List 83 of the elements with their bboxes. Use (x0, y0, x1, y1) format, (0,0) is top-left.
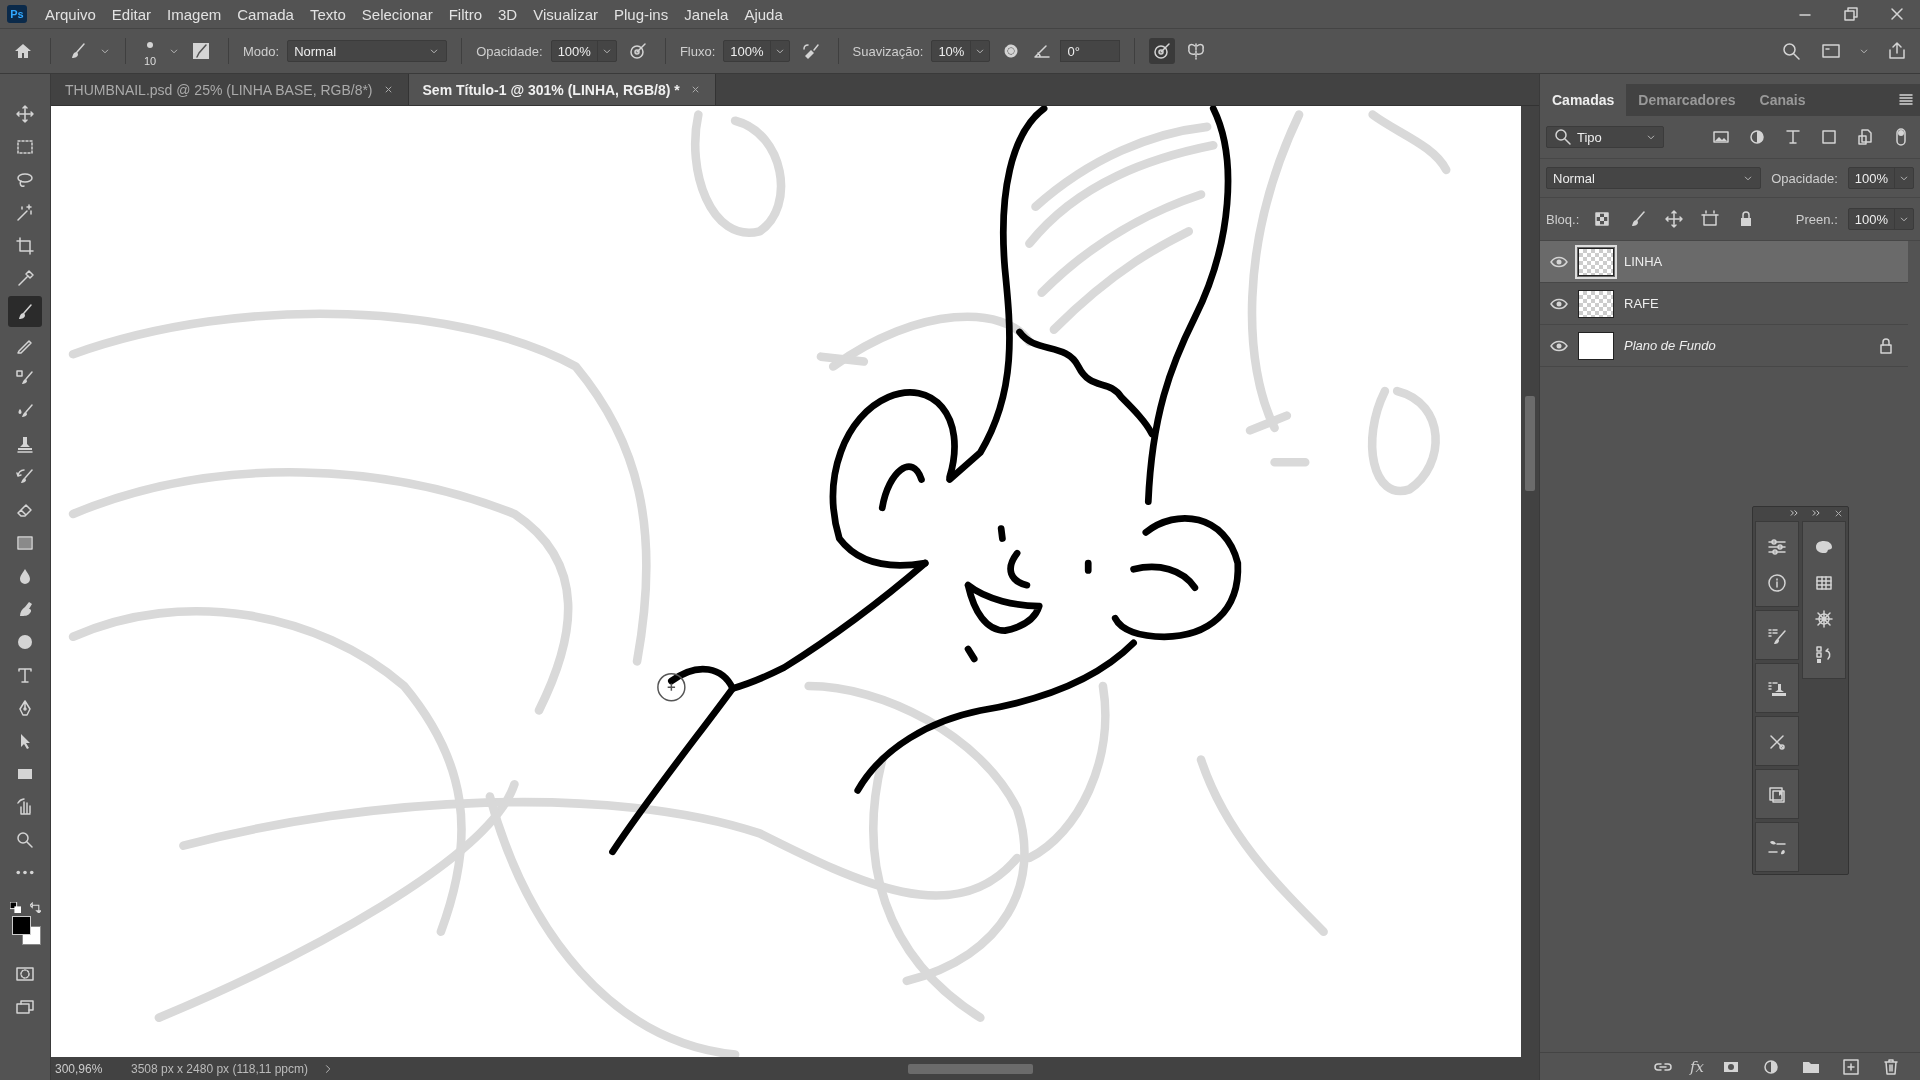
brush-size-value[interactable]: 10 (143, 55, 157, 67)
airbrush-icon[interactable] (800, 41, 821, 61)
zoom-level[interactable]: 300,96% (55, 1061, 117, 1076)
filter-value: Tipo (1577, 129, 1602, 145)
restore-icon[interactable] (1841, 4, 1861, 24)
stamp-list-icon[interactable] (1767, 679, 1787, 699)
search-icon[interactable] (1781, 41, 1801, 61)
trash-icon[interactable] (1881, 1056, 1901, 1077)
flow-label: Fluxo: (679, 43, 716, 59)
scrollbar-thumb[interactable] (1525, 396, 1535, 491)
shape-filter-icon[interactable] (1819, 127, 1839, 147)
expand-icon (1789, 508, 1799, 518)
color-swatches-icon[interactable] (12, 916, 41, 945)
brush-cursor-icon (657, 672, 686, 702)
magic-wand-tool-icon (15, 202, 35, 223)
blend-mode-dropdown[interactable]: Normal (1546, 167, 1762, 189)
layer-opacity-label: Opacidade: (1771, 170, 1838, 186)
artboard-icon[interactable] (1700, 209, 1721, 229)
document-tab[interactable]: Sem Título-1 @ 301% (LINHA, RGB/8) * (408, 74, 716, 105)
menu-item[interactable]: Texto (301, 5, 354, 23)
zoom-tool-icon (15, 829, 35, 850)
more-tools-icon (16, 870, 34, 875)
opacity-label: Opacidade: (476, 43, 543, 59)
menu-item[interactable]: Selecionar (353, 5, 441, 23)
layer-thumbnail (1578, 247, 1614, 276)
panel-tab[interactable]: Camadas (1540, 84, 1627, 116)
lock-label: Bloq.: (1546, 211, 1580, 227)
home-icon[interactable] (13, 41, 33, 61)
pressure-target-icon (1152, 41, 1173, 61)
layer-name: Plano de Fundo (1624, 338, 1717, 353)
mode-label: Modo: (243, 43, 280, 59)
menu-item[interactable]: Visualizar (525, 5, 606, 23)
mode-dropdown[interactable]: Normal (287, 40, 448, 62)
layer-row[interactable]: LINHA (1540, 241, 1908, 283)
layer-name: RAFE (1624, 296, 1660, 311)
menu-item[interactable]: Arquivo (37, 5, 104, 23)
smoothing-label: Suavização: (852, 43, 924, 59)
swap-colors-icon[interactable] (30, 902, 41, 913)
menu-item[interactable]: Filtro (440, 5, 491, 23)
workspace-icon[interactable] (1821, 41, 1841, 61)
fill-label: Preen.: (1795, 211, 1838, 227)
default-colors-icon[interactable] (10, 902, 21, 913)
smart-object-filter-icon[interactable] (1855, 127, 1875, 147)
brush-list-icon[interactable] (1767, 626, 1787, 646)
menu-item[interactable]: Imagem (159, 5, 230, 23)
fill-field[interactable]: 100% (1847, 208, 1914, 230)
layer-thumbnail (1578, 331, 1614, 360)
menu-item[interactable]: Ajuda (736, 5, 791, 23)
grid-icon[interactable] (1814, 573, 1834, 593)
flow-field[interactable]: 100% (723, 40, 790, 62)
menu-item[interactable]: Plug-ins (606, 5, 677, 23)
info-icon[interactable] (1767, 573, 1787, 593)
layer-thumbnail (1578, 289, 1614, 318)
document-info: 3508 px x 2480 px (118,11 ppcm) (131, 1061, 308, 1076)
menu-item[interactable]: Editar (103, 5, 160, 23)
angle-field[interactable]: 0° (1060, 40, 1121, 62)
sliders-icon[interactable] (1767, 537, 1787, 557)
menu-item[interactable]: Camada (229, 5, 302, 23)
helm-icon[interactable] (1814, 609, 1834, 629)
move-tool-icon (15, 103, 35, 124)
layer-filter-dropdown[interactable]: Tipo (1546, 126, 1664, 148)
scrollbar-thumb[interactable] (908, 1063, 1033, 1074)
pressure-size-button[interactable] (1149, 38, 1176, 64)
expand-icon (1811, 508, 1821, 518)
opacity-field[interactable]: 100% (550, 40, 617, 62)
libraries-icon[interactable] (1767, 785, 1787, 805)
new-layer-icon[interactable] (1841, 1056, 1861, 1077)
adjustment-filter-icon[interactable] (1747, 127, 1767, 147)
layer-name: LINHA (1624, 254, 1664, 269)
smoothing-field[interactable]: 10% (931, 40, 991, 62)
move-arrows-icon[interactable] (1664, 209, 1685, 229)
share-icon[interactable] (1887, 41, 1907, 61)
eyedropper-tool-icon (15, 268, 35, 289)
layer-opacity-field[interactable]: 100% (1847, 167, 1914, 189)
menu-item[interactable]: Janela (676, 5, 737, 23)
crop-tool-icon (15, 235, 35, 256)
type-filter-icon[interactable] (1783, 127, 1803, 147)
pressure-opacity-icon[interactable] (627, 41, 648, 61)
layer-style-button[interactable]: fx (1690, 1057, 1704, 1076)
search-icon (1553, 127, 1573, 147)
menu-item[interactable]: 3D (490, 5, 526, 23)
app-logo[interactable]: Ps (7, 5, 27, 23)
butterfly-icon[interactable] (1186, 41, 1207, 61)
